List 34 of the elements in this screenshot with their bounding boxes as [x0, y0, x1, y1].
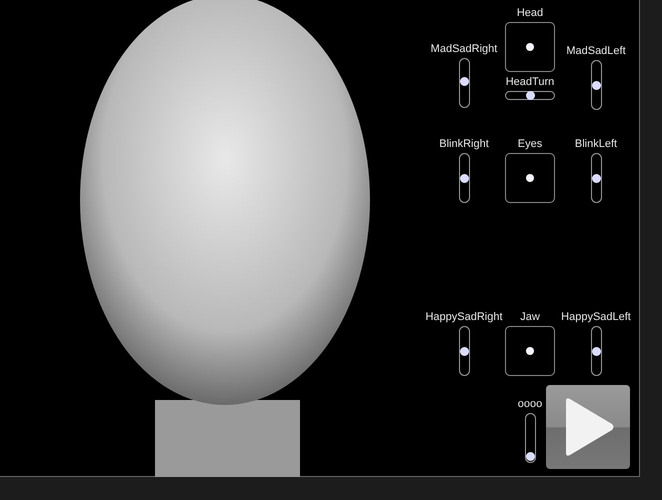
xy-pad[interactable] [505, 326, 555, 376]
pad-handle[interactable] [526, 347, 534, 355]
slider-label: HappySadRight [425, 311, 503, 324]
slider-thumb[interactable] [460, 174, 468, 182]
pad-label: Jaw [520, 311, 540, 324]
pad-handle[interactable] [526, 174, 534, 182]
vertical-slider[interactable] [590, 326, 602, 376]
slider-thumb[interactable] [526, 452, 534, 462]
slider-thumb[interactable] [460, 346, 468, 356]
slider-label: BlinkRight [439, 138, 489, 151]
pad-label: Eyes [518, 138, 542, 151]
slider-thumb[interactable] [592, 174, 600, 182]
xy-pad[interactable] [505, 22, 555, 72]
vertical-slider[interactable] [458, 326, 470, 376]
slider-thumb[interactable] [592, 80, 600, 90]
vertical-slider[interactable] [590, 153, 602, 203]
slider-thumb[interactable] [592, 346, 600, 356]
vertical-slider[interactable] [590, 60, 602, 110]
slider-thumb[interactable] [526, 91, 534, 100]
slider-label: MadSadLeft [566, 45, 626, 58]
slider-label: HeadTurn [506, 76, 554, 89]
slider-thumb[interactable] [460, 76, 468, 86]
vertical-slider[interactable] [524, 413, 536, 463]
pad-handle[interactable] [526, 43, 534, 51]
vertical-slider[interactable] [458, 153, 470, 203]
slider-label: MadSadRight [430, 43, 498, 56]
play-button[interactable] [546, 385, 630, 469]
horizontal-slider[interactable] [505, 91, 555, 100]
slider-label: oooo [518, 398, 542, 411]
xy-pad[interactable] [505, 153, 555, 203]
slider-label: HappySadLeft [561, 311, 631, 324]
vertical-slider[interactable] [458, 58, 470, 108]
pad-label: Head [516, 7, 544, 20]
slider-label: BlinkLeft [574, 138, 618, 151]
